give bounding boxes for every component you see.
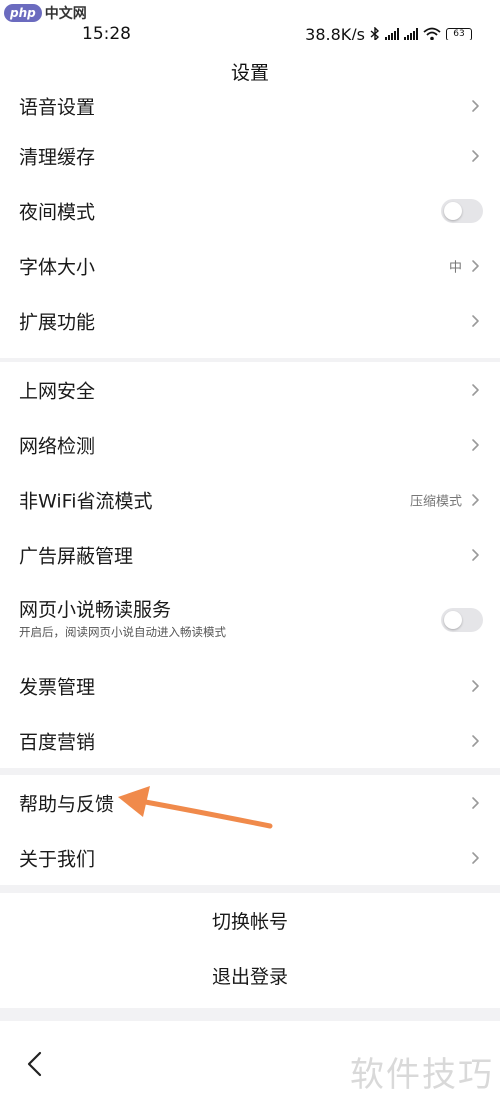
settings-row-label: 夜间模式 (19, 201, 96, 223)
wifi-icon (423, 27, 441, 41)
watermark-logo: php 中文网 (4, 2, 87, 24)
settings-row-label: 扩展功能 (19, 311, 96, 333)
settings-group-general: 语音设置清理缓存夜间模式字体大小 中扩展功能 (0, 84, 500, 358)
switch-account-button[interactable]: 切换帐号 (0, 895, 500, 950)
settings-row[interactable]: 清理缓存 (0, 128, 500, 183)
watermark-corner-text: 软件技巧 (350, 1055, 494, 1095)
settings-row[interactable]: 百度营销 (0, 713, 500, 768)
settings-row-label: 语音设置 (19, 96, 96, 119)
settings-row-label: 字体大小 (19, 256, 96, 278)
settings-row-label: 非WiFi省流模式 (19, 490, 153, 512)
chevron-right-icon (472, 314, 479, 327)
logout-button[interactable]: 退出登录 (0, 950, 500, 1005)
chevron-right-icon (472, 149, 479, 162)
settings-row-label: 网络检测 (19, 435, 96, 457)
chevron-right-icon (472, 493, 479, 506)
watermark-php-badge: php (4, 4, 42, 22)
chevron-right-icon (472, 548, 479, 561)
chevron-right-icon (472, 679, 479, 692)
settings-row-value: 中 (448, 260, 462, 275)
settings-row[interactable]: 夜间模式 (0, 183, 500, 238)
settings-row-label: 关于我们 (19, 848, 96, 870)
back-arrow-icon[interactable] (24, 1051, 46, 1077)
page-title: 设置 (230, 62, 269, 84)
settings-row[interactable]: 上网安全 (0, 362, 500, 417)
settings-row[interactable]: 字体大小 中 (0, 238, 500, 293)
chevron-right-icon (472, 383, 479, 396)
watermark-site-text: 中文网 (44, 6, 87, 22)
chevron-right-icon (472, 851, 479, 864)
account-actions: 切换帐号 退出登录 (0, 893, 500, 1008)
settings-row[interactable]: 网页小说畅读服务开启后，阅读网页小说自动进入畅读模式 (0, 582, 500, 658)
toggle-switch[interactable] (441, 198, 483, 223)
title-bar: 设置 (0, 40, 500, 84)
cell-signal-icon (385, 28, 399, 40)
settings-row-label: 帮助与反馈 (19, 793, 115, 815)
status-bar: php 中文网 15:28 38.8K/s 63 (0, 0, 500, 44)
settings-row-label: 发票管理 (19, 676, 96, 698)
chevron-right-icon (472, 259, 479, 272)
bluetooth-icon (370, 27, 380, 41)
toggle-knob (444, 201, 462, 220)
settings-row-label: 广告屏蔽管理 (19, 545, 134, 567)
bottom-nav-bar: 软件技巧 (0, 1021, 500, 1111)
toggle-knob (444, 611, 462, 629)
settings-row[interactable]: 帮助与反馈 (0, 775, 500, 830)
settings-row[interactable]: 扩展功能 (0, 293, 500, 348)
settings-row[interactable]: 非WiFi省流模式 压缩模式 (0, 472, 500, 527)
chevron-right-icon (472, 734, 479, 747)
settings-row-label: 清理缓存 (19, 146, 96, 168)
settings-group-browsing: 上网安全网络检测非WiFi省流模式 压缩模式广告屏蔽管理网页小说畅读服务开启后，阅… (0, 362, 500, 768)
settings-row-value: 压缩模式 (409, 494, 462, 509)
cell-signal-2-icon (404, 28, 418, 40)
settings-row-label: 百度营销 (19, 731, 96, 753)
chevron-right-icon (472, 796, 479, 809)
settings-row-label: 网页小说畅读服务 (19, 599, 172, 621)
settings-group-about: 帮助与反馈 关于我们 (0, 775, 500, 885)
battery-icon: 63 (446, 27, 472, 41)
settings-row[interactable]: 语音设置 (0, 84, 500, 128)
settings-row-label: 上网安全 (19, 380, 96, 402)
settings-row[interactable]: 发票管理 (0, 658, 500, 713)
chevron-right-icon (472, 100, 479, 112)
settings-row[interactable]: 关于我们 (0, 830, 500, 885)
settings-row-subtitle: 开启后，阅读网页小说自动进入畅读模式 (19, 625, 226, 639)
toggle-switch[interactable] (441, 608, 483, 632)
settings-row[interactable]: 网络检测 (0, 417, 500, 472)
settings-row[interactable]: 广告屏蔽管理 (0, 527, 500, 582)
chevron-right-icon (472, 438, 479, 451)
